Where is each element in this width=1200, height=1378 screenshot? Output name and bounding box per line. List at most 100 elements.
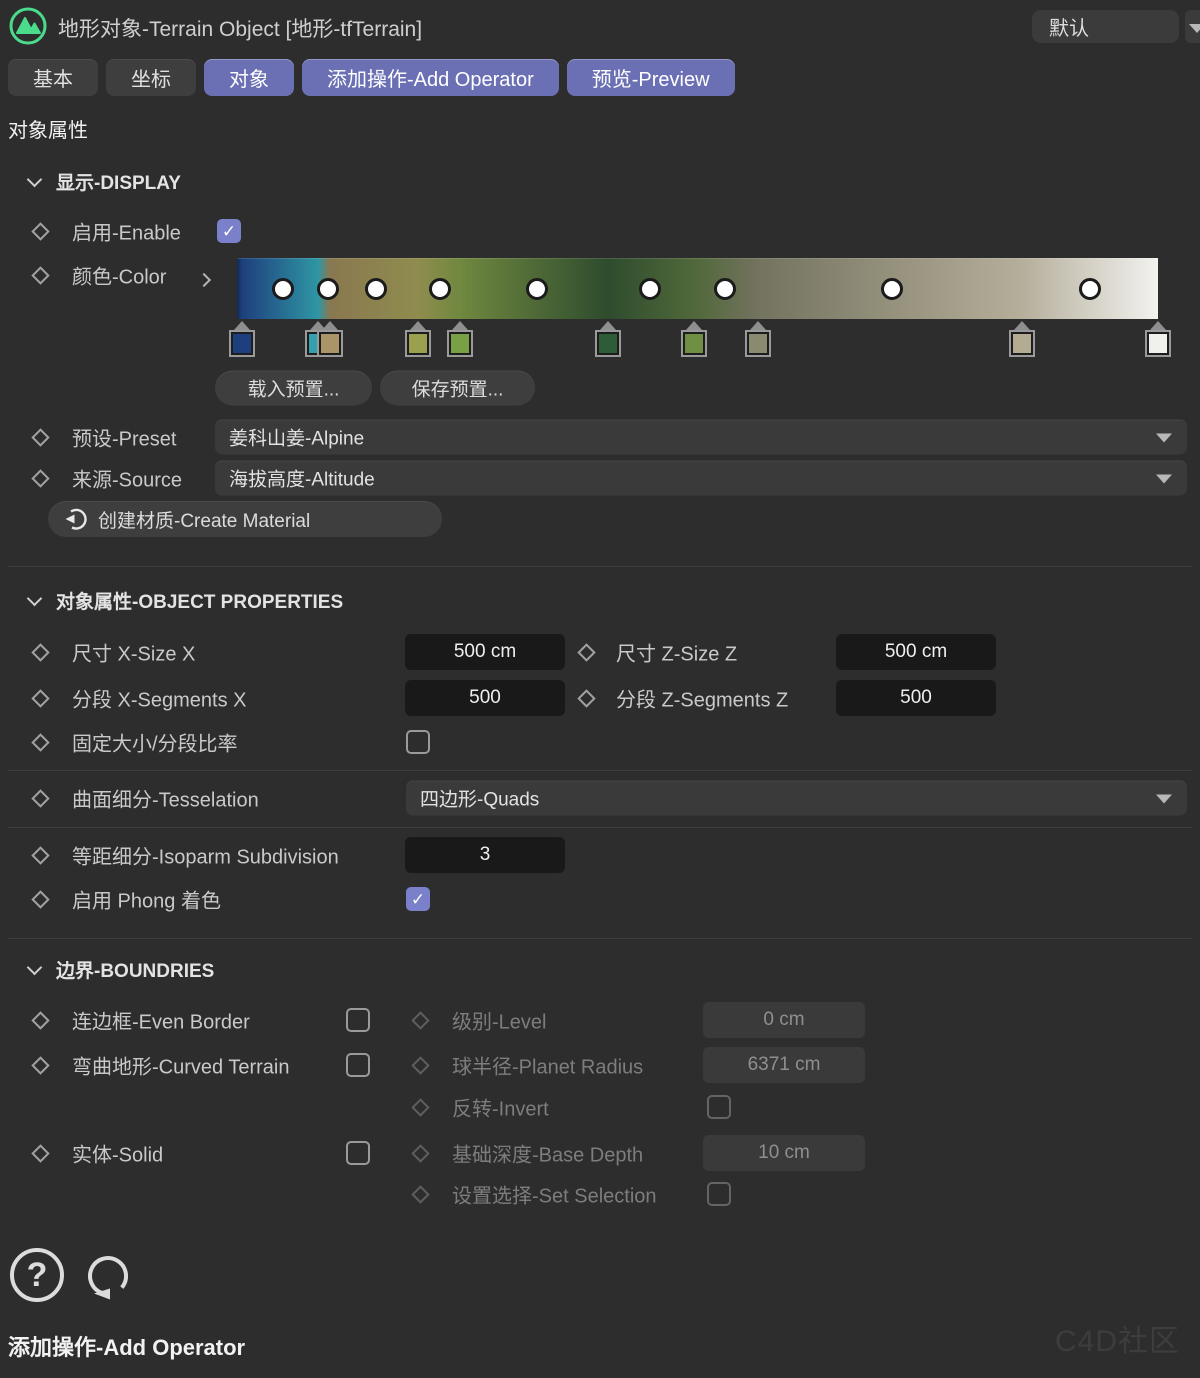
gradient-knot[interactable]	[639, 278, 661, 300]
tab-preview[interactable]: 预览-Preview	[567, 59, 735, 96]
invert-label: 反转-Invert	[452, 1093, 549, 1122]
gradient-knot[interactable]	[272, 278, 294, 300]
keyframe-diamond-icon[interactable]	[33, 791, 47, 805]
size-z-label: 尺寸 Z-Size Z	[616, 638, 737, 667]
section-title: 边界-BOUNDRIES	[56, 956, 214, 983]
chevron-down-icon	[1156, 475, 1172, 484]
solid-checkbox[interactable]	[346, 1141, 370, 1165]
keyframe-diamond-icon	[413, 1187, 427, 1201]
keyframe-diamond-icon[interactable]	[33, 892, 47, 906]
fixed-ratio-checkbox[interactable]	[406, 730, 430, 754]
enable-checkbox[interactable]	[217, 219, 241, 243]
keyframe-diamond-icon[interactable]	[579, 691, 593, 705]
keyframe-diamond-icon[interactable]	[33, 224, 47, 238]
row-invert: 反转-Invert	[0, 1092, 1200, 1122]
keyframe-diamond-icon[interactable]	[33, 1058, 47, 1072]
keyframe-diamond-icon[interactable]	[33, 430, 47, 444]
divider	[8, 566, 1192, 567]
create-material-button[interactable]: 创建材质-Create Material	[48, 501, 442, 537]
tesselation-dropdown-value: 四边形-Quads	[420, 784, 539, 811]
chevron-down-icon	[1189, 24, 1200, 33]
color-gradient-bar[interactable]	[237, 258, 1158, 319]
keyframe-diamond-icon[interactable]	[33, 471, 47, 485]
keyframe-diamond-icon	[413, 1100, 427, 1114]
preset-dropdown-value: 姜科山姜-Alpine	[229, 423, 364, 450]
base-depth-label: 基础深度-Base Depth	[452, 1139, 643, 1168]
gradient-knot[interactable]	[317, 278, 339, 300]
keyframe-diamond-icon[interactable]	[33, 691, 47, 705]
planet-radius-label: 球半径-Planet Radius	[452, 1051, 643, 1080]
tab-coordinates[interactable]: 坐标	[106, 59, 196, 96]
phong-checkbox[interactable]	[406, 887, 430, 911]
curved-terrain-checkbox[interactable]	[346, 1053, 370, 1077]
base-depth-field: 10 cm	[703, 1135, 865, 1171]
gradient-stop-marker[interactable]	[595, 321, 621, 357]
isoparm-label: 等距细分-Isoparm Subdivision	[72, 841, 339, 870]
gradient-knot[interactable]	[429, 278, 451, 300]
keyframe-diamond-icon	[413, 1013, 427, 1027]
row-preset: 预设-Preset 姜科山姜-Alpine	[0, 419, 1200, 454]
gradient-stop-marker[interactable]	[681, 321, 707, 357]
divider	[8, 770, 1192, 771]
chevron-right-icon[interactable]	[197, 273, 211, 287]
source-dropdown[interactable]: 海拔高度-Altitude	[215, 460, 1187, 495]
reset-icon[interactable]	[80, 1248, 136, 1309]
chevron-down-icon	[1156, 795, 1172, 804]
divider	[8, 938, 1192, 939]
gradient-knot[interactable]	[714, 278, 736, 300]
section-title: 显示-DISPLAY	[56, 168, 181, 195]
scheme-dropdown-arrow-button[interactable]	[1185, 10, 1200, 43]
even-border-checkbox[interactable]	[346, 1008, 370, 1032]
set-selection-label: 设置选择-Set Selection	[452, 1180, 657, 1209]
segments-x-field[interactable]: 500	[405, 680, 565, 716]
size-x-field[interactable]: 500 cm	[405, 634, 565, 670]
gradient-knot[interactable]	[365, 278, 387, 300]
gradient-stops-strip	[237, 321, 1158, 359]
tab-basic[interactable]: 基本	[8, 59, 98, 96]
gradient-stop-marker[interactable]	[1009, 321, 1035, 357]
help-icon[interactable]: ?	[10, 1248, 64, 1302]
keyframe-diamond-icon[interactable]	[33, 268, 47, 282]
planet-radius-field: 6371 cm	[703, 1047, 865, 1083]
gradient-stop-marker[interactable]	[447, 321, 473, 357]
preset-dropdown[interactable]: 姜科山姜-Alpine	[215, 419, 1187, 454]
segments-x-label: 分段 X-Segments X	[72, 684, 247, 713]
tab-object[interactable]: 对象	[204, 59, 294, 96]
gradient-knot[interactable]	[881, 278, 903, 300]
scheme-dropdown[interactable]: 默认	[1032, 10, 1179, 43]
size-z-field[interactable]: 500 cm	[836, 634, 996, 670]
level-field: 0 cm	[703, 1002, 865, 1038]
gradient-knot[interactable]	[526, 278, 548, 300]
keyframe-diamond-icon[interactable]	[33, 1013, 47, 1027]
row-solid-base-depth: 实体-Solid 基础深度-Base Depth 10 cm	[0, 1135, 1200, 1171]
row-phong: 启用 Phong 着色	[0, 884, 1200, 914]
gradient-stop-marker[interactable]	[405, 321, 431, 357]
tesselation-dropdown[interactable]: 四边形-Quads	[406, 780, 1187, 815]
gradient-stop-marker[interactable]	[229, 321, 255, 357]
row-source: 来源-Source 海拔高度-Altitude	[0, 460, 1200, 495]
tab-add-operator[interactable]: 添加操作-Add Operator	[302, 59, 559, 96]
load-preset-button[interactable]: 载入预置...	[215, 370, 372, 405]
gradient-stop-marker[interactable]	[317, 321, 343, 357]
row-isoparm: 等距细分-Isoparm Subdivision 3	[0, 837, 1200, 873]
terrain-object-icon	[8, 6, 48, 51]
gradient-stop-marker[interactable]	[745, 321, 771, 357]
add-operator-label: 添加操作-Add Operator	[8, 1330, 245, 1362]
gradient-stop-marker[interactable]	[1145, 321, 1171, 357]
save-preset-button[interactable]: 保存预置...	[380, 370, 535, 405]
keyframe-diamond-icon[interactable]	[33, 1146, 47, 1160]
keyframe-diamond-icon[interactable]	[33, 735, 47, 749]
scheme-dropdown-value: 默认	[1049, 12, 1089, 41]
segments-z-field[interactable]: 500	[836, 680, 996, 716]
keyframe-diamond-icon[interactable]	[33, 645, 47, 659]
create-material-label: 创建材质-Create Material	[98, 506, 310, 533]
isoparm-field[interactable]: 3	[405, 837, 565, 873]
keyframe-diamond-icon[interactable]	[579, 645, 593, 659]
invert-checkbox	[707, 1095, 731, 1119]
keyframe-diamond-icon[interactable]	[33, 848, 47, 862]
row-tesselation: 曲面细分-Tesselation 四边形-Quads	[0, 780, 1200, 815]
page-title: 对象属性	[8, 114, 88, 143]
gradient-knot[interactable]	[1079, 278, 1101, 300]
row-segments: 分段 X-Segments X 500 分段 Z-Segments Z 500	[0, 680, 1200, 716]
phong-label: 启用 Phong 着色	[72, 885, 221, 914]
